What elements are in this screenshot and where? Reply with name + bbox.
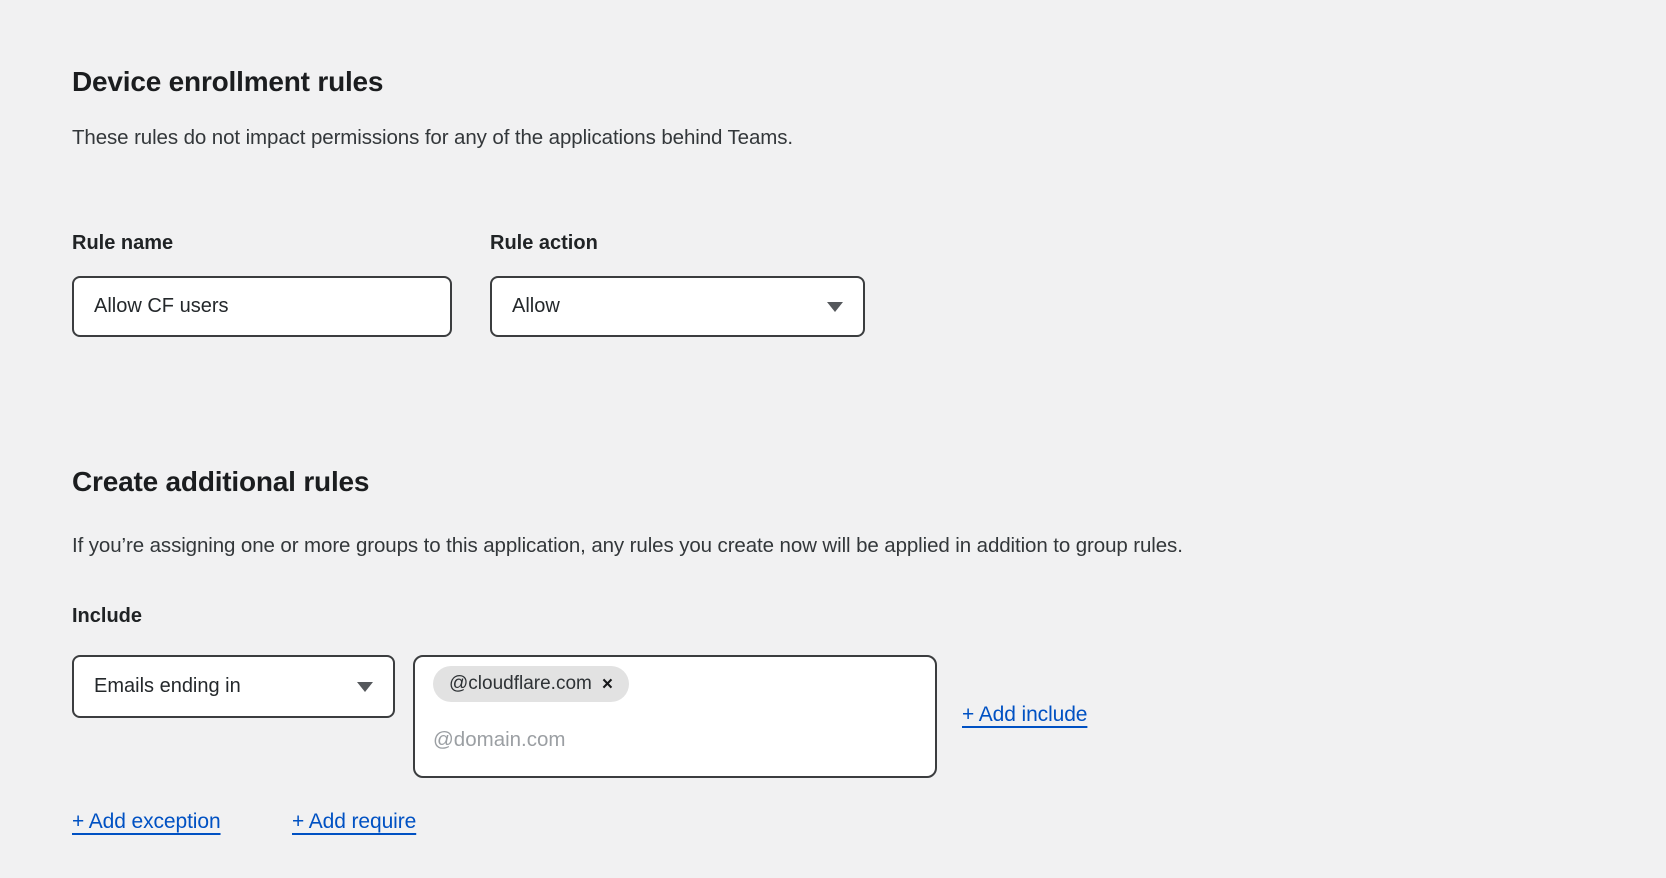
additional-rules-description: If you’re assigning one or more groups t…: [72, 534, 1183, 558]
add-include-link[interactable]: + Add include: [962, 703, 1087, 727]
email-domain-tag: @cloudflare.com ×: [433, 666, 629, 702]
add-exception-link[interactable]: + Add exception: [72, 810, 221, 834]
chevron-down-icon: [357, 682, 373, 692]
include-selector-select[interactable]: Emails ending in: [72, 655, 395, 718]
chevron-down-icon: [827, 302, 843, 312]
email-domain-tag-label: @cloudflare.com: [449, 673, 592, 695]
include-label: Include: [72, 605, 142, 628]
device-enrollment-page: Device enrollment rules These rules do n…: [0, 0, 1666, 878]
remove-tag-icon[interactable]: ×: [602, 675, 613, 694]
email-domains-tag-input[interactable]: @cloudflare.com ×: [413, 655, 937, 778]
page-title: Device enrollment rules: [72, 66, 383, 98]
rule-action-selected-value: Allow: [512, 295, 560, 318]
enrollment-description: These rules do not impact permissions fo…: [72, 126, 793, 150]
rule-action-select[interactable]: Allow: [490, 276, 865, 337]
rule-name-input[interactable]: [72, 276, 452, 337]
domain-entry-input[interactable]: [433, 728, 893, 752]
include-selector-selected-value: Emails ending in: [94, 675, 241, 698]
add-require-link[interactable]: + Add require: [292, 810, 416, 834]
rule-action-label: Rule action: [490, 232, 598, 255]
rule-name-label: Rule name: [72, 232, 173, 255]
additional-rules-title: Create additional rules: [72, 466, 369, 498]
